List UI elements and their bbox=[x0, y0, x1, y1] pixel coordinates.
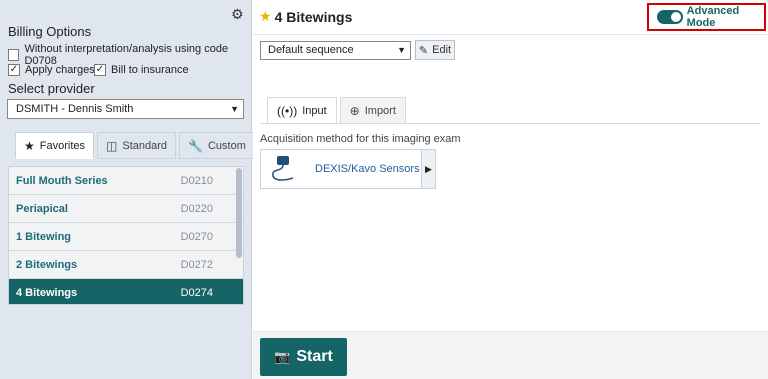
sensor-icon bbox=[261, 150, 305, 188]
tab-input[interactable]: ((•)) Input bbox=[267, 97, 337, 124]
provider-value: DSMITH - Dennis Smith bbox=[16, 103, 134, 115]
bill-insurance-label: Bill to insurance bbox=[111, 64, 189, 76]
acquisition-tabs: ((•)) Input ⊕ Import bbox=[267, 97, 409, 124]
item-code: D0220 bbox=[180, 202, 213, 215]
acquisition-label: Acquisition method for this imaging exam bbox=[260, 133, 461, 145]
no-interp-checkbox[interactable] bbox=[8, 49, 20, 61]
edit-label: Edit bbox=[432, 44, 452, 56]
chevron-down-icon: ▼ bbox=[230, 104, 239, 114]
start-label: Start bbox=[296, 348, 333, 365]
select-provider-title: Select provider bbox=[8, 81, 95, 96]
item-name: 2 Bitewings bbox=[16, 258, 78, 271]
apply-charges-label: Apply charges bbox=[25, 64, 95, 76]
bill-insurance-row[interactable]: ✓ Bill to insurance bbox=[94, 64, 189, 76]
camera-icon: 📷 bbox=[274, 349, 291, 364]
tab-label: Input bbox=[302, 104, 327, 117]
list-item-selected[interactable]: 4 Bitewings D0274 bbox=[9, 279, 243, 304]
left-panel: ⚙ Billing Options Without interpretation… bbox=[0, 0, 255, 379]
chevron-right-icon[interactable]: ▶ bbox=[421, 150, 435, 188]
chevron-down-icon: ▼ bbox=[397, 45, 406, 55]
tab-label: Custom bbox=[207, 139, 246, 152]
footer: 📷 Start bbox=[253, 331, 768, 379]
list-item[interactable]: 1 Bitewing D0270 bbox=[9, 223, 243, 251]
star-icon: ★ bbox=[24, 138, 35, 153]
provider-select[interactable]: DSMITH - Dennis Smith ▼ bbox=[7, 99, 244, 119]
list-item[interactable]: Full Mouth Series D0210 bbox=[9, 167, 243, 195]
item-code: D0274 bbox=[180, 286, 213, 299]
advanced-mode-toggle[interactable]: Advanced Mode bbox=[647, 3, 766, 31]
sensor-option[interactable]: DEXIS/Kavo Sensors ▶ bbox=[260, 149, 436, 189]
list-item[interactable]: 2 Bitewings D0272 bbox=[9, 251, 243, 279]
list-scrollbar[interactable] bbox=[236, 168, 242, 258]
page-title: ★ 4 Bitewings bbox=[259, 8, 352, 25]
procedure-list: Full Mouth Series D0210 Periapical D0220… bbox=[8, 166, 244, 305]
right-panel: ★ 4 Bitewings Advanced Mode Default sequ… bbox=[253, 0, 768, 379]
plus-circle-icon: ⊕ bbox=[349, 103, 360, 118]
tab-divider bbox=[260, 123, 760, 124]
pencil-icon: ✎ bbox=[418, 44, 429, 57]
star-icon[interactable]: ★ bbox=[259, 8, 272, 25]
sensor-name: DEXIS/Kavo Sensors bbox=[315, 163, 420, 175]
billing-options-title: Billing Options bbox=[8, 24, 92, 39]
item-name: 4 Bitewings bbox=[16, 286, 78, 299]
item-name: 1 Bitewing bbox=[16, 230, 72, 243]
book-icon: ◫ bbox=[106, 138, 118, 153]
sequence-value: Default sequence bbox=[268, 44, 354, 56]
header: ★ 4 Bitewings Advanced Mode bbox=[253, 0, 768, 35]
tab-label: Import bbox=[364, 104, 396, 117]
tab-favorites[interactable]: ★ Favorites bbox=[15, 132, 95, 159]
advanced-mode-label: Advanced Mode bbox=[686, 5, 740, 29]
bill-insurance-checkbox[interactable]: ✓ bbox=[94, 64, 106, 76]
page-title-text: 4 Bitewings bbox=[274, 8, 353, 25]
procedure-tabs: ★ Favorites ◫ Standard 🔧 Custom bbox=[15, 132, 258, 159]
sequence-select[interactable]: Default sequence ▼ bbox=[260, 41, 411, 60]
item-code: D0270 bbox=[180, 230, 213, 243]
apply-charges-checkbox[interactable]: ✓ bbox=[8, 64, 20, 76]
list-item[interactable]: Periapical D0220 bbox=[9, 195, 243, 223]
item-name: Full Mouth Series bbox=[16, 174, 108, 187]
radio-waves-icon: ((•)) bbox=[277, 103, 298, 118]
gear-icon[interactable]: ⚙ bbox=[231, 7, 245, 21]
item-name: Periapical bbox=[16, 202, 68, 215]
tab-label: Favorites bbox=[39, 139, 86, 152]
tab-custom[interactable]: 🔧 Custom bbox=[179, 132, 255, 159]
tab-label: Standard bbox=[122, 139, 168, 152]
apply-charges-row[interactable]: ✓ Apply charges bbox=[8, 64, 95, 76]
toggle-switch[interactable] bbox=[657, 10, 683, 24]
item-code: D0272 bbox=[180, 258, 213, 271]
tab-standard[interactable]: ◫ Standard bbox=[97, 132, 177, 159]
wrench-icon: 🔧 bbox=[188, 138, 203, 153]
tab-import[interactable]: ⊕ Import bbox=[339, 97, 406, 124]
item-code: D0210 bbox=[180, 174, 213, 187]
edit-button[interactable]: ✎ Edit bbox=[415, 40, 455, 60]
start-button[interactable]: 📷 Start bbox=[260, 338, 347, 376]
